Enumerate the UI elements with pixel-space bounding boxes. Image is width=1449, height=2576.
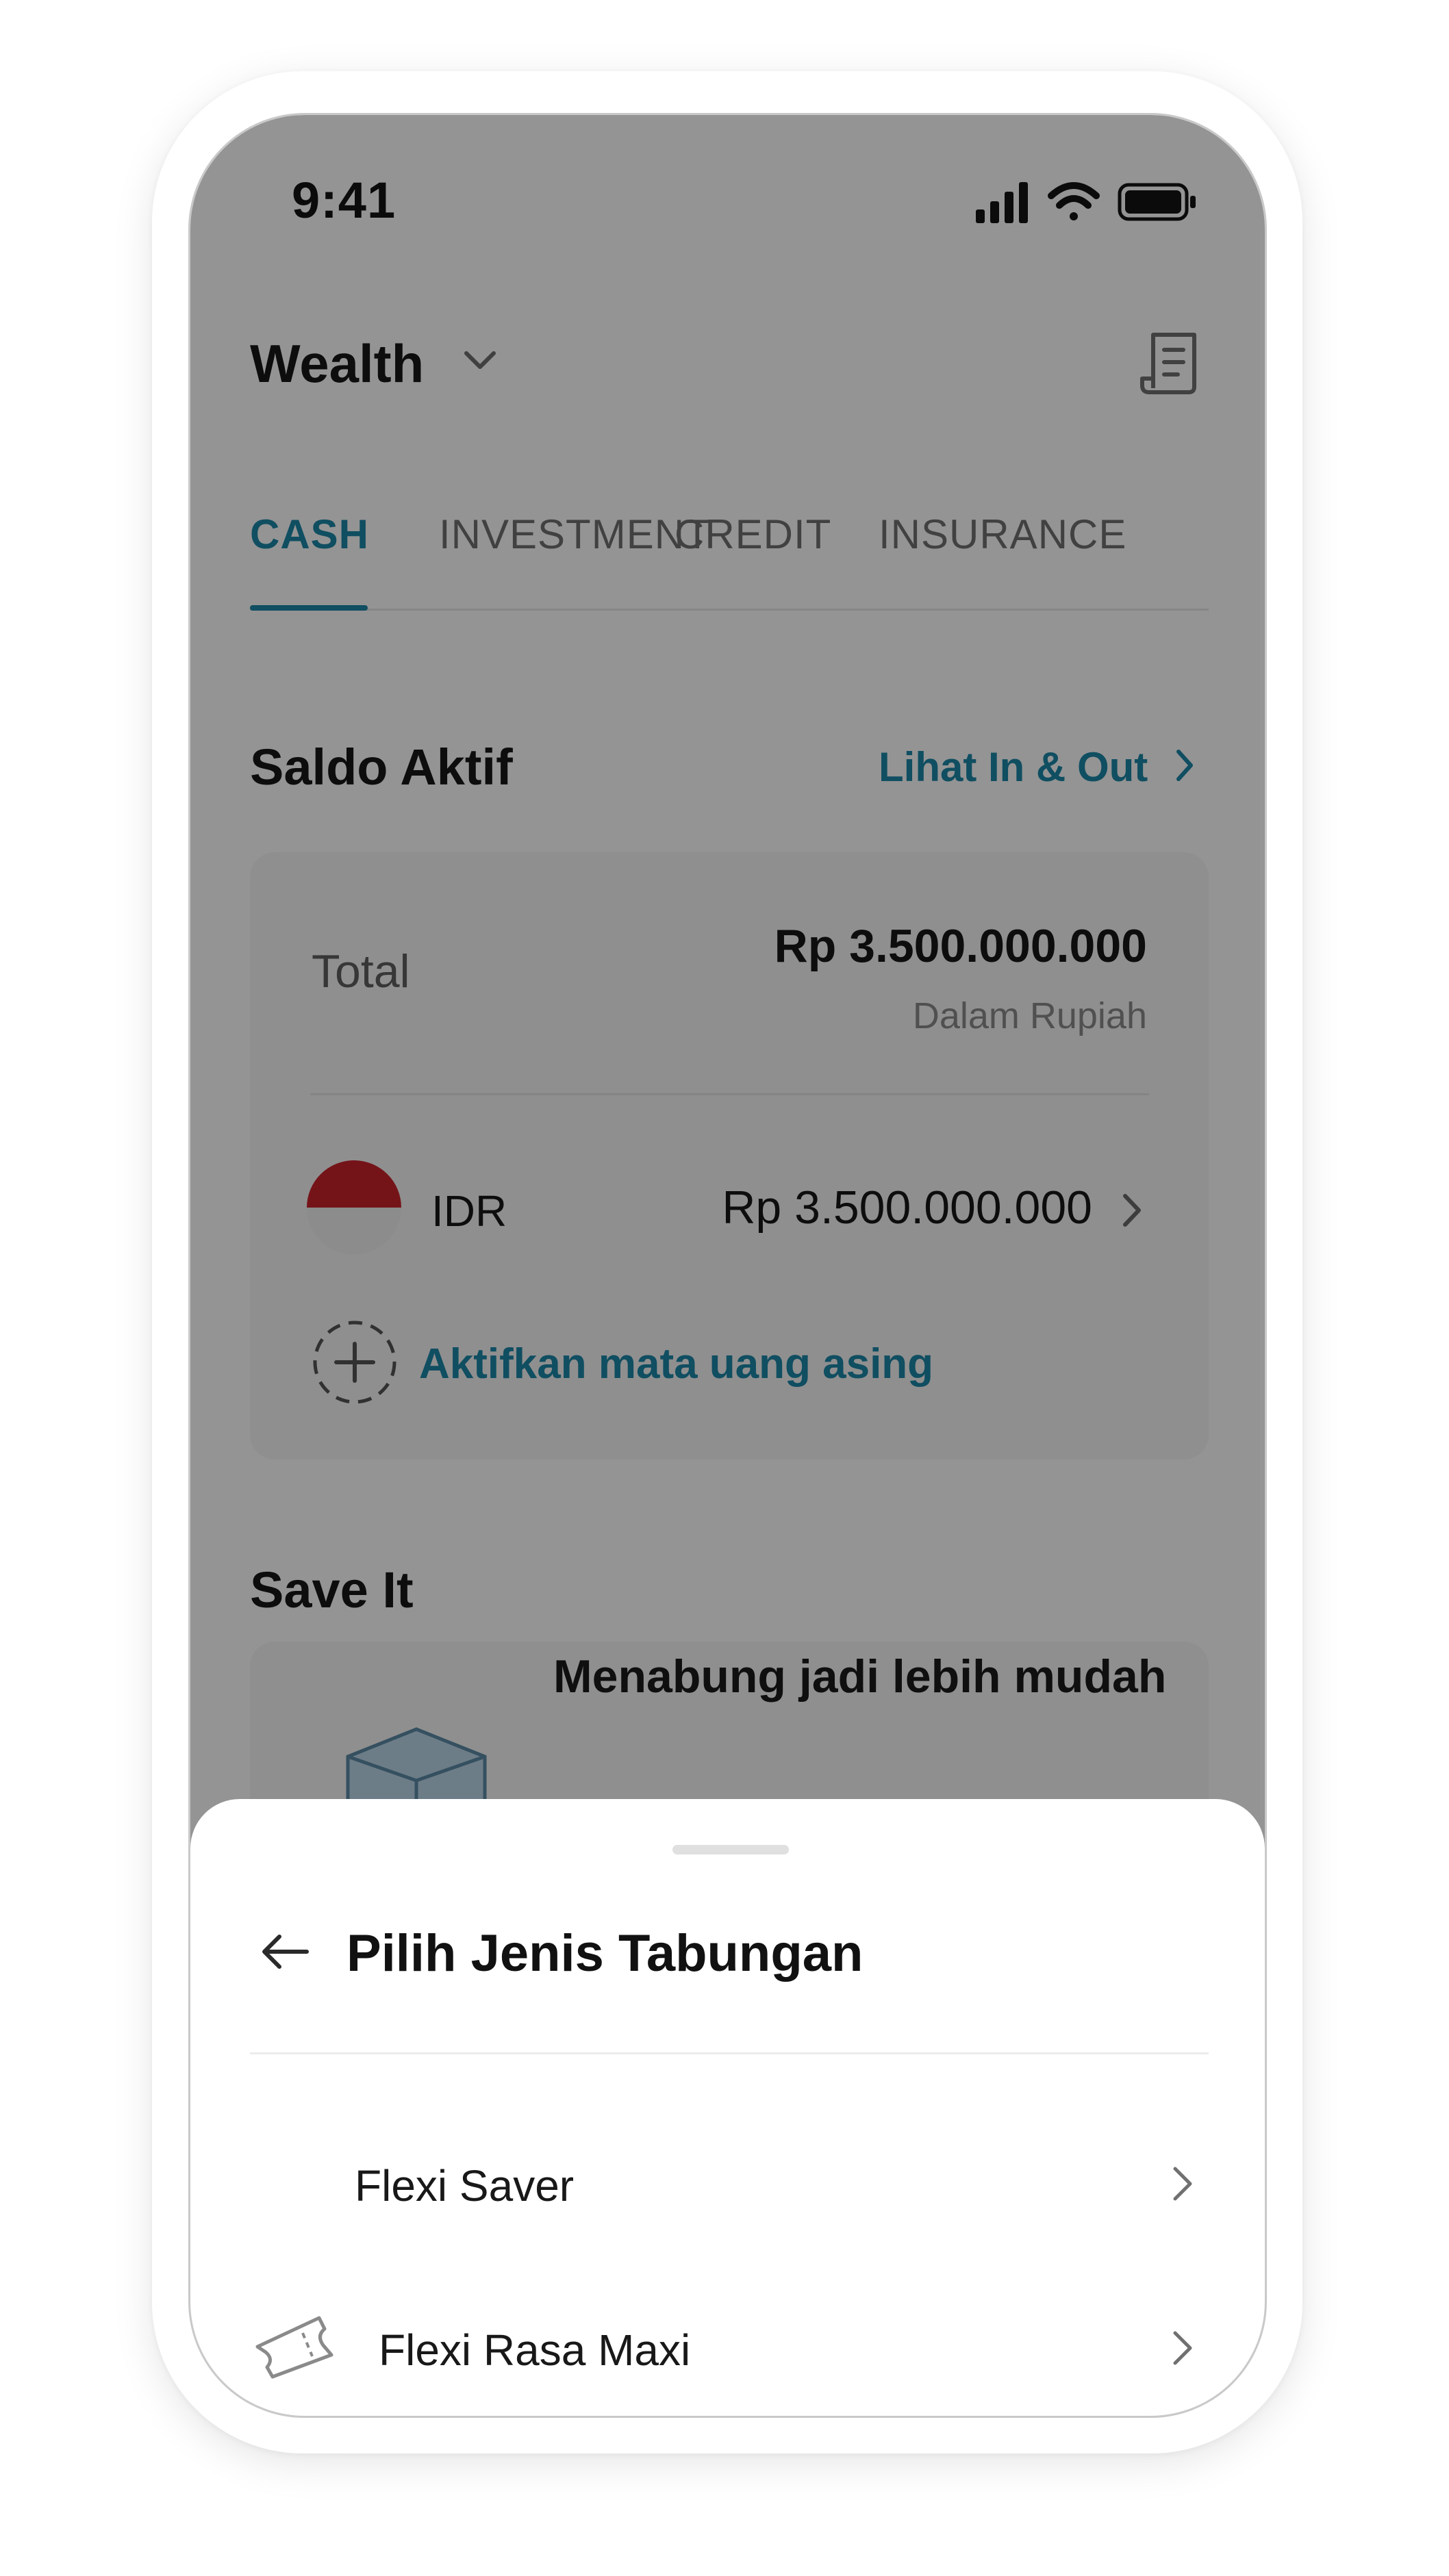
bottom-sheet: Pilih Jenis Tabungan Flexi Saver Flexi R… [190, 1799, 1265, 2416]
ticket-icon [255, 2316, 333, 2379]
sheet-divider [250, 2052, 1209, 2054]
savings-option-flexi-saver[interactable]: Flexi Saver [190, 2114, 1265, 2251]
back-arrow-icon[interactable] [259, 1933, 311, 1971]
chevron-right-icon [1173, 2167, 1192, 2201]
item-label: Flexi Saver [355, 2161, 575, 2210]
chevron-right-icon [1173, 2331, 1192, 2365]
wealth-screen: 9:41 Wealth CASH INVESTMENT CREDIT INSUR… [190, 115, 1265, 2416]
item-label: Flexi Rasa Maxi [379, 2325, 691, 2375]
drag-handle[interactable] [672, 1845, 789, 1854]
phone-screen: 9:41 Wealth CASH INVESTMENT CREDIT INSUR… [188, 113, 1267, 2418]
savings-option-flexi-rasa-maxi[interactable]: Flexi Rasa Maxi [190, 2278, 1265, 2415]
sheet-title: Pilih Jenis Tabungan [346, 1924, 864, 1982]
